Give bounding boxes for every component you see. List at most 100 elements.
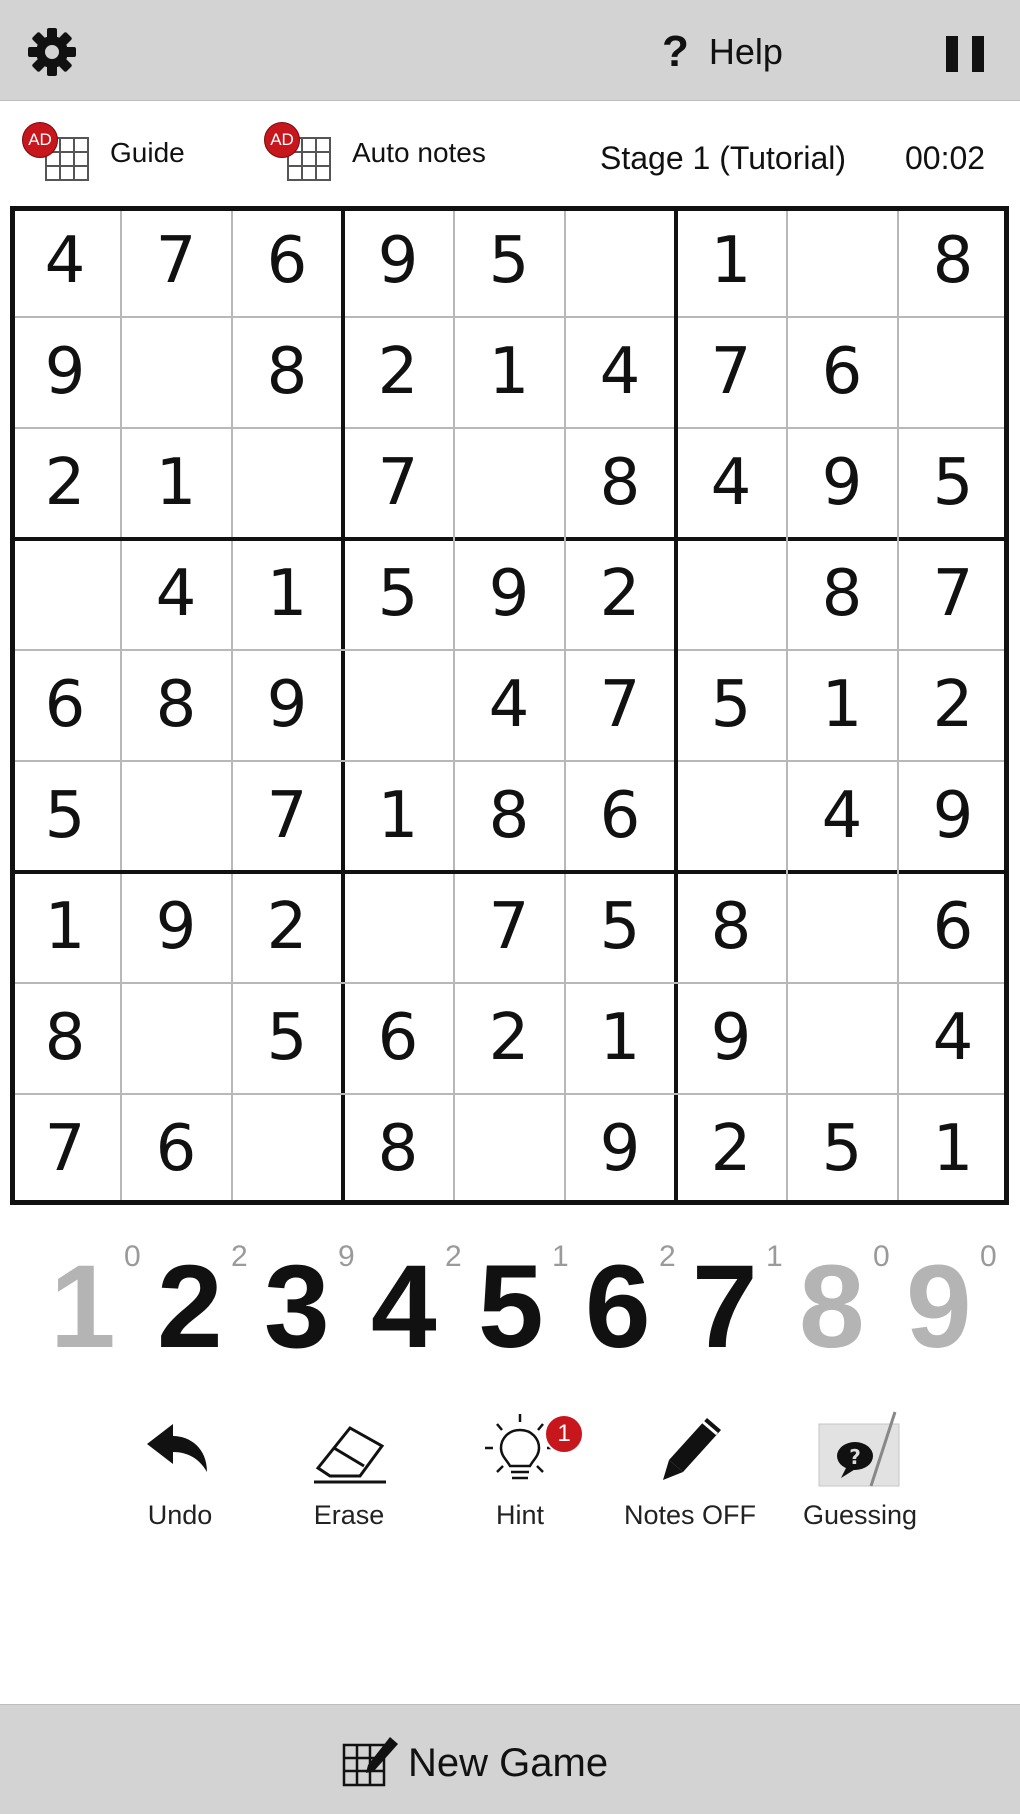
board-cell[interactable]: 6 (343, 983, 453, 1093)
board-cell[interactable]: 9 (10, 317, 120, 427)
board-cell[interactable]: 2 (898, 650, 1008, 760)
board-cell[interactable]: 1 (121, 428, 231, 538)
board-cell[interactable] (454, 428, 564, 538)
digit-button-4[interactable]: 42 (361, 1238, 468, 1368)
board-cell[interactable]: 9 (787, 428, 897, 538)
board-cell[interactable]: 9 (676, 983, 786, 1093)
board-cell[interactable] (343, 872, 453, 982)
board-cell[interactable]: 7 (121, 206, 231, 316)
board-cell[interactable]: 2 (676, 1094, 786, 1204)
digit-button-7[interactable]: 71 (682, 1238, 789, 1368)
board-cell[interactable]: 8 (343, 1094, 453, 1204)
board-cell[interactable]: 7 (232, 761, 342, 871)
digit-button-1[interactable]: 10 (40, 1238, 147, 1368)
board-cell[interactable]: 1 (565, 983, 675, 1093)
board-cell[interactable]: 6 (232, 206, 342, 316)
digit-button-5[interactable]: 51 (468, 1238, 575, 1368)
board-cell[interactable] (10, 539, 120, 649)
erase-button[interactable]: Erase (264, 1410, 434, 1540)
board-cell[interactable]: 8 (454, 761, 564, 871)
board-cell[interactable]: 6 (10, 650, 120, 760)
board-cell[interactable]: 8 (121, 650, 231, 760)
board-cell[interactable]: 5 (232, 983, 342, 1093)
board-cell[interactable]: 8 (565, 428, 675, 538)
board-cell[interactable]: 2 (343, 317, 453, 427)
board-cell[interactable]: 4 (787, 761, 897, 871)
board-cell[interactable]: 1 (232, 539, 342, 649)
auto-notes-button[interactable]: AD Auto notes (264, 120, 486, 186)
board-cell[interactable]: 2 (10, 428, 120, 538)
board-cell[interactable]: 6 (565, 761, 675, 871)
board-cell[interactable] (232, 1094, 342, 1204)
board-cell[interactable]: 1 (454, 317, 564, 427)
gear-icon[interactable] (26, 26, 78, 78)
digit-button-9[interactable]: 90 (896, 1238, 1003, 1368)
board-cell[interactable]: 9 (898, 761, 1008, 871)
board-cell[interactable]: 2 (232, 872, 342, 982)
board-cell[interactable]: 4 (10, 206, 120, 316)
board-cell[interactable] (898, 317, 1008, 427)
board-cell[interactable]: 4 (454, 650, 564, 760)
board-cell[interactable]: 8 (232, 317, 342, 427)
board-cell[interactable]: 9 (121, 872, 231, 982)
board-cell[interactable]: 4 (121, 539, 231, 649)
undo-button[interactable]: Undo (95, 1410, 265, 1540)
board-cell[interactable] (787, 983, 897, 1093)
board-cell[interactable]: 7 (898, 539, 1008, 649)
guide-button[interactable]: AD Guide (22, 120, 185, 186)
digit-button-3[interactable]: 39 (254, 1238, 361, 1368)
board-cell[interactable] (787, 872, 897, 982)
digit-button-6[interactable]: 62 (575, 1238, 682, 1368)
board-cell[interactable]: 1 (343, 761, 453, 871)
new-game-button[interactable]: New Game (340, 1735, 608, 1791)
board-cell[interactable]: 6 (898, 872, 1008, 982)
board-cell[interactable]: 2 (454, 983, 564, 1093)
sudoku-board[interactable]: 4769518982147621784954159287689475125718… (10, 206, 1009, 1205)
board-cell[interactable]: 1 (787, 650, 897, 760)
notes-toggle-button[interactable]: Notes OFF (605, 1410, 775, 1540)
board-cell[interactable] (454, 1094, 564, 1204)
board-cell[interactable]: 9 (343, 206, 453, 316)
board-cell[interactable]: 7 (565, 650, 675, 760)
board-cell[interactable]: 7 (343, 428, 453, 538)
board-cell[interactable]: 2 (565, 539, 675, 649)
guessing-button[interactable]: ? Guessing (775, 1410, 945, 1540)
pause-button[interactable] (946, 36, 984, 72)
board-cell[interactable]: 5 (10, 761, 120, 871)
board-cell[interactable]: 5 (343, 539, 453, 649)
digit-button-8[interactable]: 80 (789, 1238, 896, 1368)
board-cell[interactable]: 5 (898, 428, 1008, 538)
board-cell[interactable]: 5 (565, 872, 675, 982)
digit-button-2[interactable]: 22 (147, 1238, 254, 1368)
board-cell[interactable]: 1 (10, 872, 120, 982)
board-cell[interactable]: 5 (787, 1094, 897, 1204)
board-cell[interactable]: 5 (676, 650, 786, 760)
board-cell[interactable] (121, 761, 231, 871)
board-cell[interactable]: 7 (454, 872, 564, 982)
board-cell[interactable] (232, 428, 342, 538)
board-cell[interactable]: 9 (232, 650, 342, 760)
board-cell[interactable]: 1 (898, 1094, 1008, 1204)
board-cell[interactable]: 8 (787, 539, 897, 649)
board-cell[interactable]: 7 (10, 1094, 120, 1204)
help-button[interactable]: ? Help (662, 26, 783, 78)
board-cell[interactable]: 8 (676, 872, 786, 982)
board-cell[interactable]: 1 (676, 206, 786, 316)
board-cell[interactable] (121, 983, 231, 1093)
board-cell[interactable]: 6 (787, 317, 897, 427)
board-cell[interactable] (676, 761, 786, 871)
board-cell[interactable] (565, 206, 675, 316)
board-cell[interactable] (121, 317, 231, 427)
board-cell[interactable]: 4 (565, 317, 675, 427)
board-cell[interactable]: 4 (898, 983, 1008, 1093)
board-cell[interactable]: 8 (898, 206, 1008, 316)
board-cell[interactable]: 8 (10, 983, 120, 1093)
board-cell[interactable]: 9 (565, 1094, 675, 1204)
board-cell[interactable] (343, 650, 453, 760)
board-cell[interactable]: 6 (121, 1094, 231, 1204)
board-cell[interactable]: 7 (676, 317, 786, 427)
board-cell[interactable] (676, 539, 786, 649)
board-cell[interactable]: 4 (676, 428, 786, 538)
board-cell[interactable]: 5 (454, 206, 564, 316)
board-cell[interactable] (787, 206, 897, 316)
